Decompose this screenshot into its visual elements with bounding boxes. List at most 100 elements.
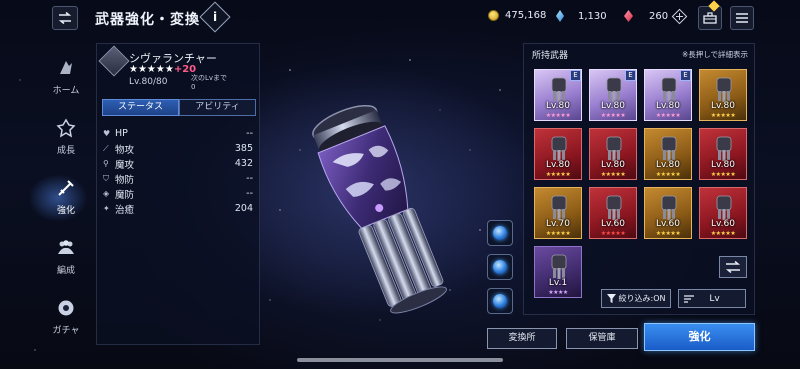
equipped-badge: E	[570, 70, 581, 81]
weapon-card[interactable]: Lv.80 ★★★★★	[644, 128, 692, 180]
info-icon: i	[212, 10, 218, 24]
card-stars: ★★★★★	[710, 230, 736, 237]
stat-row-mag-def: ◈ 魔防 --	[103, 186, 253, 201]
gem-counter: 260	[624, 8, 688, 24]
weapon-card[interactable]: Lv.80 ★★★★★	[589, 128, 637, 180]
back-button[interactable]	[52, 6, 78, 30]
crystal-counter: 1,130	[556, 10, 607, 22]
stat-row-phys-def: ⛉ 物防 --	[103, 171, 253, 186]
nav-gacha-label: ガチャ	[52, 325, 80, 336]
card-stars: ★★★★★	[600, 230, 626, 237]
nav-party-label: 編成	[56, 265, 75, 276]
heal-icon: ✦	[103, 204, 110, 213]
nav-home-label: ホーム	[52, 85, 80, 96]
view-toggle-button-1[interactable]	[487, 220, 513, 246]
filter-label: 絞り込み:ON	[618, 294, 666, 303]
card-level: Lv.60	[711, 219, 735, 229]
card-level: Lv.60	[601, 219, 625, 229]
side-navigation: ホーム 成長 強化 編成 ガチャ	[28, 40, 104, 369]
present-box-button[interactable]	[698, 0, 722, 30]
weapon-card[interactable]: Lv.1 ★★★★	[534, 246, 582, 298]
stat-list: ♥ HP -- ⟋ 物攻 385 ⚲ 魔攻 432 ⛉ 物防 -- ◈ 魔防 -…	[103, 126, 253, 216]
tab-ability[interactable]: アビリティ	[179, 99, 256, 116]
stat-value: 432	[234, 158, 253, 169]
orb-icon	[493, 226, 507, 240]
gauntlet-icon	[716, 195, 732, 220]
gauntlet-icon	[661, 195, 677, 220]
storage-button[interactable]: 保管庫	[566, 328, 638, 349]
nav-home[interactable]: ホーム	[28, 46, 104, 106]
add-gems-icon[interactable]	[671, 8, 688, 24]
stat-name: 物攻	[115, 144, 135, 156]
card-level: Lv.80	[656, 101, 680, 111]
status-tabs: ステータス アビリティ	[102, 99, 256, 116]
card-stars: ★★★★★	[710, 112, 736, 119]
stat-value: --	[246, 188, 253, 199]
nav-gacha[interactable]: ガチャ	[28, 286, 104, 346]
nav-enhance[interactable]: 強化	[28, 166, 104, 226]
inventory-hint: ※長押しで詳細表示	[681, 50, 748, 59]
view-toggle-button-2[interactable]	[487, 254, 513, 280]
weapon-card[interactable]: Lv.80 ★★★★★	[699, 128, 747, 180]
home-indicator-bar	[297, 358, 503, 362]
weapon-card[interactable]: Lv.70 ★★★★★	[534, 187, 582, 239]
card-level: Lv.1	[548, 278, 568, 288]
info-button[interactable]: i	[199, 1, 231, 33]
weapon-card[interactable]: Lv.80 ★★★★★	[699, 69, 747, 121]
magic-shield-icon: ◈	[103, 189, 110, 198]
stat-value: --	[246, 173, 253, 184]
view-toggle-button-3[interactable]	[487, 288, 513, 314]
stat-row-hp: ♥ HP --	[103, 126, 253, 141]
weapon-card[interactable]: Lv.60 ★★★★★	[699, 187, 747, 239]
nav-party[interactable]: 編成	[28, 226, 104, 286]
weapon-inventory-panel: 所持武器 ※長押しで詳細表示 E Lv.80 ★★★★★ E Lv.80 ★★★★★ E Lv…	[523, 43, 755, 315]
filter-button[interactable]: 絞り込み:ON	[601, 289, 671, 308]
sort-label: Lv	[709, 293, 720, 304]
stat-name: 物防	[115, 174, 135, 186]
card-level: Lv.80	[656, 160, 680, 170]
card-stars: ★★★★★	[655, 112, 681, 119]
stat-value: 385	[234, 143, 253, 154]
card-stars: ★★★★★	[545, 230, 571, 237]
equipped-badge: E	[680, 70, 691, 81]
swap-button[interactable]	[719, 256, 747, 278]
gauntlet-icon	[661, 136, 677, 161]
gacha-icon	[55, 297, 77, 319]
enhance-button[interactable]: 強化	[644, 323, 755, 351]
weapon-card[interactable]: Lv.60 ★★★★★	[589, 187, 637, 239]
card-stars: ★★★★★	[545, 112, 571, 119]
card-level: Lv.70	[546, 219, 570, 229]
filter-funnel-icon	[606, 294, 616, 303]
back-arrow-icon	[58, 12, 72, 24]
enhance-icon	[55, 177, 77, 199]
weapon-card[interactable]: E Lv.80 ★★★★★	[534, 69, 582, 121]
next-level-label: 次のLvまで	[191, 74, 228, 82]
sort-button[interactable]: Lv	[678, 289, 746, 308]
card-level: Lv.60	[656, 219, 680, 229]
weapon-3d-model[interactable]	[300, 82, 490, 332]
menu-button[interactable]	[730, 6, 754, 30]
sort-icon	[684, 294, 694, 303]
gem-amount: 260	[649, 10, 669, 22]
gauntlet-icon	[606, 77, 622, 102]
stat-row-mag-atk: ⚲ 魔攻 432	[103, 156, 253, 171]
staff-icon: ⚲	[103, 159, 109, 168]
stat-name: HP	[115, 128, 128, 139]
weapon-card[interactable]: Lv.80 ★★★★★	[534, 128, 582, 180]
weapon-card[interactable]: E Lv.80 ★★★★★	[644, 69, 692, 121]
crystal-amount: 1,130	[578, 10, 607, 22]
nav-enhance-label: 強化	[56, 205, 75, 216]
tab-status[interactable]: ステータス	[102, 99, 179, 116]
top-bar: 武器強化・変換 i 475,168 1,130 260	[0, 0, 800, 38]
nav-growth[interactable]: 成長	[28, 106, 104, 166]
weapon-card[interactable]: E Lv.80 ★★★★★	[589, 69, 637, 121]
weapon-card[interactable]: Lv.60 ★★★★★	[644, 187, 692, 239]
orb-icon	[493, 260, 507, 274]
card-level: Lv.80	[711, 101, 735, 111]
home-icon	[55, 57, 77, 79]
exchange-button[interactable]: 変換所	[487, 328, 557, 349]
equipped-badge: E	[625, 70, 636, 81]
gem-icon	[624, 10, 633, 22]
gauntlet-icon	[661, 77, 677, 102]
page-title: 武器強化・変換	[95, 12, 200, 28]
